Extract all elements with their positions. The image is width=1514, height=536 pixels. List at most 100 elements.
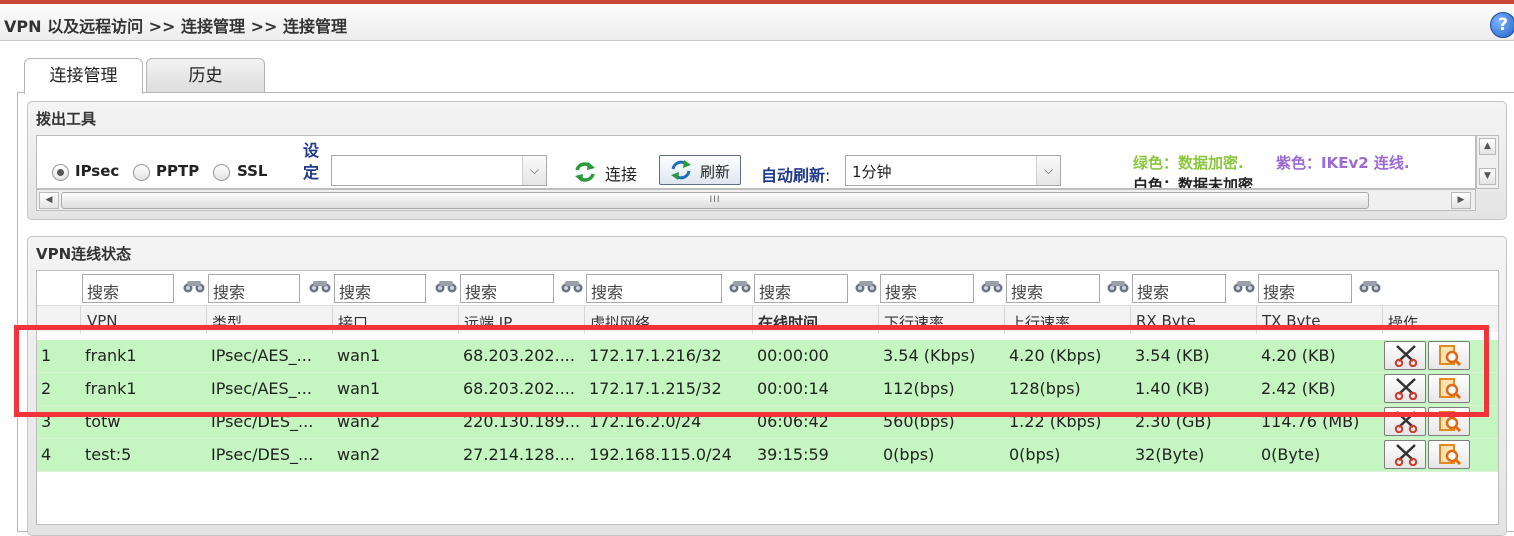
table-row[interactable]: 2 frank1 IPsec/AES_... wan1 68.203.202..… <box>37 373 1498 406</box>
binoculars-icon[interactable] <box>729 279 751 293</box>
details-button[interactable] <box>1428 440 1470 469</box>
cell-up-rate: 4.20 (Kbps) <box>1009 346 1102 365</box>
radio-ssl[interactable] <box>213 164 230 181</box>
connect-button[interactable]: 连接 <box>605 161 637 185</box>
disconnect-button[interactable] <box>1384 407 1426 436</box>
details-button[interactable] <box>1428 407 1470 436</box>
scissors-icon <box>1394 345 1418 367</box>
column-divider <box>584 306 585 333</box>
binoculars-icon[interactable] <box>1359 279 1381 293</box>
document-search-icon <box>1439 378 1462 400</box>
scissors-icon <box>1394 411 1418 433</box>
cell-remote-ip: 68.203.202.... <box>463 346 575 365</box>
column-header-tx-byte[interactable]: TX Byte <box>1262 312 1320 330</box>
table-row[interactable]: 4 test:5 IPsec/DES_... wan2 27.214.128..… <box>37 439 1498 472</box>
column-header-up-rate[interactable]: 上行速率 <box>1010 312 1070 333</box>
cell-virtual-network: 172.17.1.215/32 <box>589 379 722 398</box>
details-button[interactable] <box>1428 341 1470 370</box>
table-row[interactable]: 3 totw IPsec/DES_... wan2 220.130.189...… <box>37 406 1498 439</box>
column-header-uptime[interactable]: 在线时间 <box>758 312 818 333</box>
binoculars-icon[interactable] <box>855 279 877 293</box>
binoculars-icon[interactable] <box>1233 279 1255 293</box>
search-input-virtual-network[interactable]: 搜索 <box>586 274 722 303</box>
cell-up-rate: 1.22 (Kbps) <box>1009 412 1102 431</box>
cell-interface: wan2 <box>337 412 381 431</box>
radio-pptp-label: PPTP <box>156 162 200 180</box>
cell-interface: wan2 <box>337 445 381 464</box>
cell-vpn: frank1 <box>85 346 137 365</box>
cell-rx-byte: 2.30 (GB) <box>1135 412 1212 431</box>
search-input-uptime[interactable]: 搜索 <box>754 274 848 303</box>
search-input-vpn[interactable]: 搜索 <box>82 274 174 303</box>
legend-green: 绿色：数据加密. <box>1133 154 1244 172</box>
auto-refresh-colon: : <box>825 166 831 185</box>
document-search-icon <box>1439 345 1462 367</box>
profile-select[interactable]: ⌵ <box>331 155 547 186</box>
scroll-left-icon[interactable]: ◀ <box>39 192 59 209</box>
connect-icon[interactable] <box>574 161 596 183</box>
search-input-tx-byte[interactable]: 搜索 <box>1258 274 1352 303</box>
scroll-thumb[interactable]: III <box>61 192 1369 209</box>
binoculars-icon[interactable] <box>309 279 331 293</box>
cell-rx-byte: 32(Byte) <box>1135 445 1205 464</box>
disconnect-button[interactable] <box>1384 440 1426 469</box>
search-input-remote-ip[interactable]: 搜索 <box>460 274 554 303</box>
cell-down-rate: 0(bps) <box>883 445 935 464</box>
search-input-down-rate[interactable]: 搜索 <box>880 274 974 303</box>
column-header-vpn[interactable]: VPN <box>87 312 118 330</box>
tab-connection-management[interactable]: 连接管理 <box>24 58 143 94</box>
vpn-status-grid: 搜索 搜索 搜索 搜索 搜索 搜索 搜索 搜索 搜索 搜索 VPN 类型 接口 … <box>36 270 1499 525</box>
radio-ssl-label: SSL <box>237 162 268 180</box>
disconnect-button[interactable] <box>1384 374 1426 403</box>
column-header-type[interactable]: 类型 <box>212 312 242 333</box>
column-divider <box>1130 306 1131 333</box>
column-header-virtual-network[interactable]: 虚拟网络 <box>590 312 650 333</box>
scroll-down-icon[interactable]: ▼ <box>1479 168 1496 185</box>
search-input-type[interactable]: 搜索 <box>208 274 300 303</box>
column-header-down-rate[interactable]: 下行速率 <box>884 312 944 333</box>
cell-virtual-network: 172.17.1.216/32 <box>589 346 722 365</box>
binoculars-icon[interactable] <box>981 279 1003 293</box>
radio-pptp[interactable] <box>133 164 150 181</box>
auto-refresh-label: 自动刷新: <box>761 162 830 186</box>
cell-remote-ip: 68.203.202.... <box>463 379 575 398</box>
scroll-up-icon[interactable]: ▲ <box>1479 138 1496 155</box>
help-icon[interactable]: ? <box>1490 12 1514 38</box>
scroll-right-icon[interactable]: ▶ <box>1451 192 1471 209</box>
binoculars-icon[interactable] <box>1107 279 1129 293</box>
auto-refresh-value: 1分钟 <box>852 163 892 181</box>
column-divider <box>332 306 333 333</box>
search-input-interface[interactable]: 搜索 <box>334 274 426 303</box>
search-input-rx-byte[interactable]: 搜索 <box>1132 274 1226 303</box>
binoculars-icon[interactable] <box>561 279 583 293</box>
toolbar-vertical-scrollbar[interactable]: ▲ ▼ <box>1476 135 1499 189</box>
details-button[interactable] <box>1428 374 1470 403</box>
cell-tx-byte: 0(Byte) <box>1261 445 1321 464</box>
tab-history[interactable]: 历史 <box>146 58 265 93</box>
column-header-rx-byte[interactable]: RX Byte <box>1136 312 1196 330</box>
refresh-button[interactable]: 刷新 <box>659 155 741 185</box>
disconnect-button[interactable] <box>1384 341 1426 370</box>
row-index: 2 <box>41 379 52 398</box>
cell-remote-ip: 27.214.128.... <box>463 445 575 464</box>
cell-interface: wan1 <box>337 379 381 398</box>
row-index: 1 <box>41 346 52 365</box>
column-header-interface[interactable]: 接口 <box>338 312 368 333</box>
toolbar-horizontal-scrollbar[interactable]: ◀ III ▶ <box>36 189 1476 211</box>
auto-refresh-select[interactable]: 1分钟 ⌵ <box>845 155 1061 186</box>
cell-down-rate: 112(bps) <box>883 379 955 398</box>
table-row[interactable]: 1 frank1 IPsec/AES_... wan1 68.203.202..… <box>37 340 1498 373</box>
search-input-up-rate[interactable]: 搜索 <box>1006 274 1100 303</box>
cell-type: IPsec/DES_... <box>211 445 314 464</box>
column-divider <box>458 306 459 333</box>
column-divider <box>80 306 81 333</box>
binoculars-icon[interactable] <box>183 279 205 293</box>
cell-virtual-network: 192.168.115.0/24 <box>589 445 732 464</box>
refresh-icon <box>671 160 691 180</box>
cell-uptime: 06:06:42 <box>757 412 829 431</box>
radio-ipsec[interactable] <box>52 164 69 181</box>
dialout-toolbar: IPsec PPTP SSL 设定 ⌵ 连接 刷新 自动刷新: 1分钟 ⌵ 绿色… <box>36 135 1476 189</box>
cell-down-rate: 560(bps) <box>883 412 955 431</box>
binoculars-icon[interactable] <box>435 279 457 293</box>
column-header-remote-ip[interactable]: 远端 IP <box>464 312 512 333</box>
